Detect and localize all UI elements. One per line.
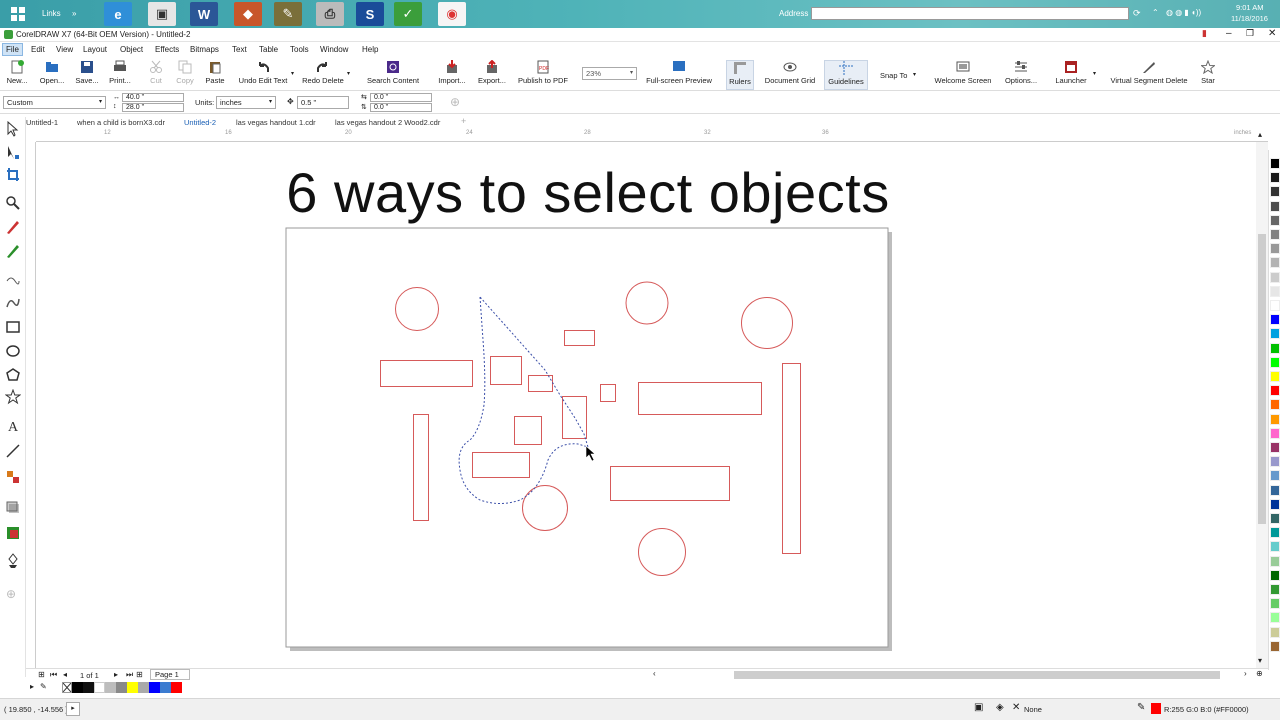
palette-swatch[interactable]	[1270, 569, 1280, 581]
palette-swatch[interactable]	[1270, 158, 1280, 169]
palette-swatch[interactable]	[1270, 356, 1280, 368]
palette-swatch[interactable]	[1270, 257, 1280, 269]
doc-swatch-dark[interactable]	[83, 682, 94, 693]
scroll-up-arrow-icon[interactable]: ▴	[1258, 130, 1262, 139]
outline-color-swatch[interactable]	[1151, 703, 1161, 714]
outline-color-status[interactable]: R:255 G:0 B:0 (#FF0000)	[1164, 705, 1249, 714]
scroll-down-arrow-icon[interactable]: ▾	[1258, 656, 1262, 665]
palette-swatch[interactable]	[1270, 200, 1280, 212]
palette-swatch[interactable]	[1270, 456, 1280, 468]
palette-swatch[interactable]	[1270, 413, 1280, 425]
doc-swatch-black[interactable]	[72, 682, 83, 693]
palette-swatch[interactable]	[1270, 328, 1280, 340]
hscroll-left-arrow-icon[interactable]: ‹	[653, 669, 656, 678]
palette-swatch[interactable]	[1270, 285, 1280, 297]
palette-swatch[interactable]	[1270, 442, 1280, 453]
palette-arrow-icon[interactable]: ▸	[30, 682, 34, 691]
status-bar: ( 19.850 , -14.556 ) ▸ ▣ ◈ ✕ None ✎ R:25…	[0, 698, 1280, 720]
horizontal-scroll-thumb[interactable]	[734, 671, 1220, 679]
palette-swatch[interactable]	[1270, 229, 1280, 240]
palette-swatch[interactable]	[1270, 498, 1280, 510]
fill-document-icon[interactable]: ▣	[974, 702, 983, 713]
palette-swatch[interactable]	[1270, 214, 1280, 226]
palette-swatch[interactable]	[1270, 385, 1280, 397]
doc-swatch-gray2[interactable]	[138, 682, 149, 693]
no-color-x-icon	[62, 682, 72, 693]
palette-swatch[interactable]	[1270, 172, 1280, 184]
page-tab[interactable]: Page 1	[150, 669, 190, 680]
palette-swatch[interactable]	[1270, 399, 1280, 411]
color-palette	[1268, 150, 1280, 670]
palette-swatch[interactable]	[1270, 243, 1280, 255]
goto-first-page-icon[interactable]: ⏮	[50, 670, 57, 680]
doc-swatch-gray[interactable]	[116, 682, 127, 693]
palette-swatch[interactable]	[1270, 427, 1280, 439]
first-page-icon[interactable]: ⊞	[38, 670, 45, 679]
status-menu-arrow-icon[interactable]: ▸	[66, 702, 80, 716]
vertical-scroll-thumb[interactable]	[1258, 234, 1266, 524]
doc-swatch-lightblue[interactable]	[160, 682, 171, 693]
last-page-icon[interactable]: ⏭	[126, 670, 133, 680]
palette-swatch[interactable]	[1270, 626, 1280, 638]
hscroll-right-arrow-icon[interactable]: ›	[1244, 669, 1247, 678]
palette-swatch[interactable]	[1270, 484, 1280, 496]
cursor-coordinates: ( 19.850 , -14.556 )	[4, 705, 68, 714]
page-navigator-bar: ⊞ ⏮ ◂ 1 of 1 ▸ ⏭ ⊞ Page 1 ‹ › ⊕	[26, 668, 1268, 681]
doc-swatch-lightgray[interactable]	[105, 682, 116, 693]
palette-swatch[interactable]	[1270, 612, 1280, 624]
palette-swatch[interactable]	[1270, 640, 1280, 652]
slide-title-text[interactable]: 6 ways to select objects	[228, 160, 948, 225]
palette-swatch[interactable]	[1270, 541, 1280, 553]
vertical-scrollbar[interactable]: ▴ ▾	[1256, 130, 1268, 668]
drawing-canvas[interactable]	[0, 0, 1280, 720]
fill-none-x-icon: ✕	[1012, 702, 1021, 713]
palette-swatch[interactable]	[1270, 527, 1280, 539]
document-palette: ▸ ✎	[26, 681, 1268, 694]
no-color-swatch[interactable]	[62, 682, 72, 693]
palette-swatch[interactable]	[1270, 186, 1280, 198]
outline-pen-icon[interactable]: ✎	[1137, 702, 1145, 713]
navigator-zoom-icon[interactable]: ⊕	[1256, 669, 1263, 678]
prev-page-icon[interactable]: ◂	[63, 670, 67, 679]
palette-swatch[interactable]	[1270, 271, 1280, 283]
palette-swatch[interactable]	[1270, 555, 1280, 567]
palette-swatch[interactable]	[1270, 314, 1280, 326]
palette-swatch[interactable]	[1270, 342, 1280, 354]
next-page-icon[interactable]: ▸	[114, 670, 118, 679]
add-page-icon[interactable]: ⊞	[136, 670, 143, 679]
doc-swatch-blue[interactable]	[149, 682, 160, 693]
palette-swatch[interactable]	[1270, 598, 1280, 610]
fill-status[interactable]: None	[1024, 705, 1042, 714]
palette-swatch[interactable]	[1270, 371, 1280, 382]
doc-swatch-red[interactable]	[171, 682, 182, 693]
fill-bucket-icon[interactable]: ◈	[996, 702, 1004, 713]
palette-swatch[interactable]	[1270, 470, 1280, 482]
eyedropper-icon[interactable]: ✎	[40, 682, 47, 691]
palette-swatch[interactable]	[1270, 513, 1280, 524]
doc-swatch-yellow[interactable]	[127, 682, 138, 693]
doc-swatch-white[interactable]	[94, 682, 105, 693]
page-count: 1 of 1	[80, 671, 99, 680]
palette-swatch[interactable]	[1270, 584, 1280, 595]
palette-swatch[interactable]	[1270, 300, 1280, 311]
